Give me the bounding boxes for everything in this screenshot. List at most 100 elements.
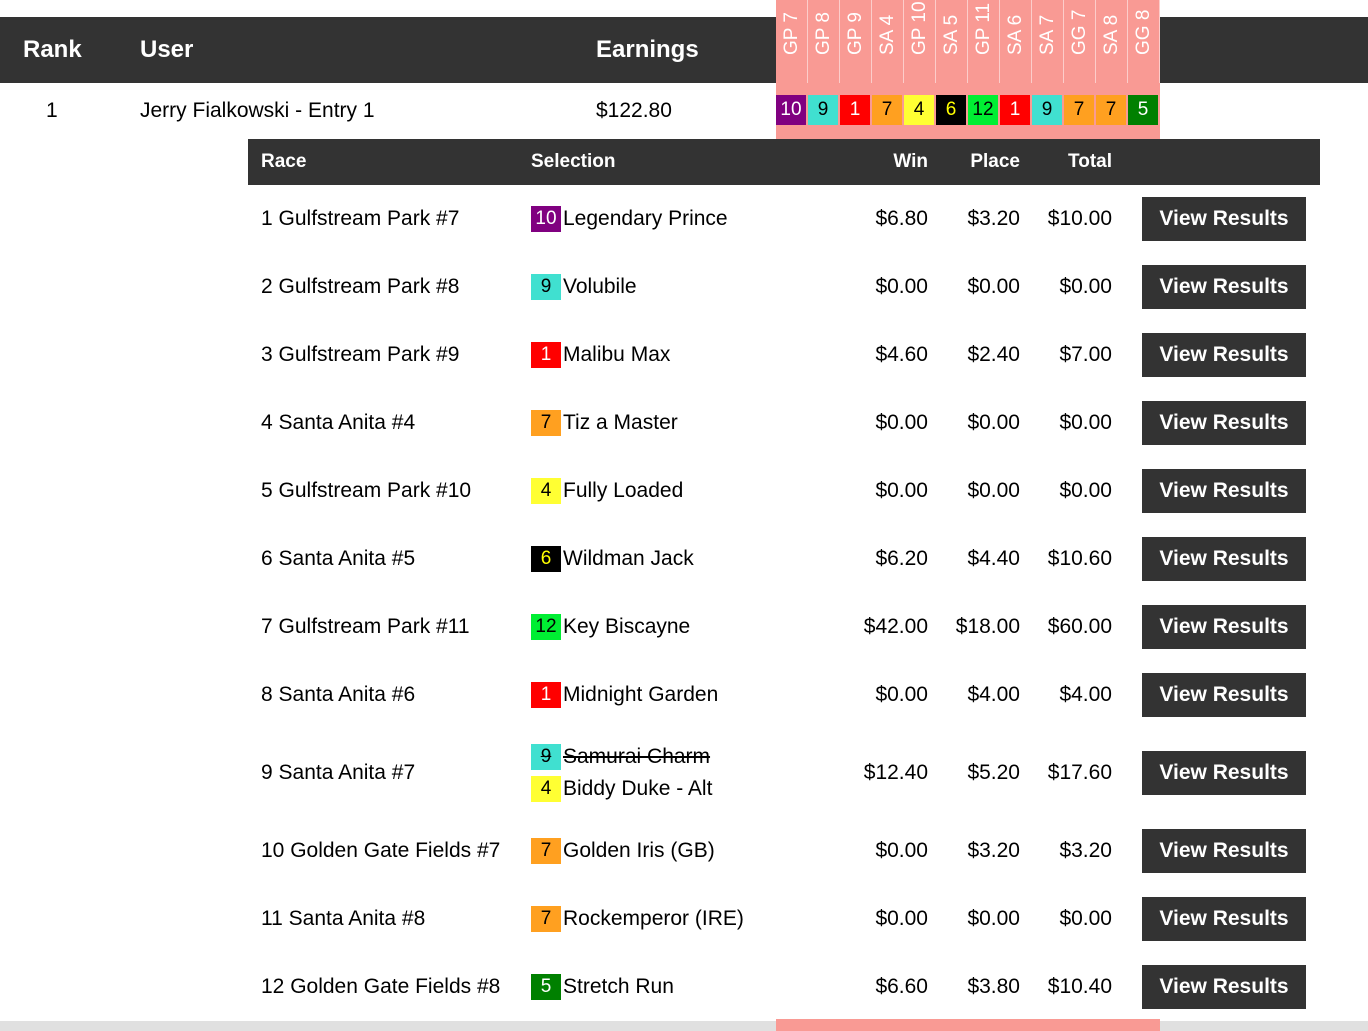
program-number-badge: 9 [531, 274, 561, 300]
race-name: 1 Gulfstream Park #7 [261, 207, 460, 230]
race-row: 11 Santa Anita #8 7 Rockemperor (IRE) $0.00… [248, 885, 1320, 953]
program-number-badge: 6 [531, 546, 561, 572]
pick-badge: 9 [1032, 95, 1062, 125]
pick-badge: 5 [1128, 95, 1158, 125]
race-column-header[interactable]: SA 5 [936, 0, 968, 83]
race-column-header[interactable]: SA 4 [872, 0, 904, 83]
program-number-badge: 4 [531, 776, 561, 802]
selection-cell: 1 Midnight Garden [531, 679, 718, 711]
selection-line: 4 Fully Loaded [531, 475, 683, 507]
program-number-badge: 10 [531, 206, 561, 232]
race-column-label: SA 7 [1036, 14, 1058, 55]
horse-name: Golden Iris (GB) [563, 839, 715, 862]
race-name: 10 Golden Gate Fields #7 [261, 839, 501, 862]
selection-line: 1 Malibu Max [531, 339, 670, 371]
race-column-header[interactable]: GG 8 [1128, 0, 1160, 83]
race-name: 9 Santa Anita #7 [261, 761, 416, 784]
win-amount: $0.00 [875, 411, 928, 434]
scratched-horse-name: Samurai Charm [563, 745, 711, 768]
race-column-header[interactable]: GP 7 [776, 0, 808, 83]
total-amount: $0.00 [1059, 479, 1112, 502]
win-amount: $0.00 [875, 839, 928, 862]
selection-line: 7 Rockemperor (IRE) [531, 903, 744, 935]
race-column-header[interactable]: GP 11 [968, 0, 1000, 83]
place-amount: $3.80 [967, 975, 1020, 998]
pick-badge: 7 [1064, 95, 1094, 125]
view-results-button[interactable]: View Results [1142, 897, 1306, 941]
rank-column-header[interactable]: Rank [23, 17, 82, 83]
race-column-header[interactable]: GG 7 [1064, 0, 1096, 83]
view-results-button[interactable]: View Results [1142, 605, 1306, 649]
place-header: Place [970, 151, 1020, 172]
pick-badge: 9 [808, 95, 838, 125]
total-amount: $3.20 [1059, 839, 1112, 862]
pick-badge: 7 [1096, 95, 1126, 125]
race-column-label: SA 5 [940, 14, 962, 55]
race-column-label: GG 8 [1132, 9, 1154, 55]
entry-earnings: $122.80 [596, 99, 672, 122]
earnings-column-header[interactable]: Earnings [596, 17, 699, 83]
selection-cell: 12 Key Biscayne [531, 611, 690, 643]
pick-badge: 1 [840, 95, 870, 125]
horse-name: Fully Loaded [563, 479, 684, 502]
entry-rank: 1 [46, 99, 58, 122]
program-number-badge: 1 [531, 682, 561, 708]
race-row: 2 Gulfstream Park #8 9 Volubile $0.00 $0.00 $… [248, 253, 1320, 321]
win-amount: $0.00 [875, 275, 928, 298]
total-amount: $10.00 [1047, 207, 1112, 230]
horse-name: Rockemperor (IRE) [563, 907, 744, 930]
place-amount: $18.00 [955, 615, 1020, 638]
place-amount: $4.00 [967, 683, 1020, 706]
view-results-button[interactable]: View Results [1142, 401, 1306, 445]
place-amount: $0.00 [967, 275, 1020, 298]
view-results-button[interactable]: View Results [1142, 829, 1306, 873]
program-number-badge: 12 [531, 614, 561, 640]
view-results-button[interactable]: View Results [1142, 469, 1306, 513]
horse-name: Stretch Run [563, 975, 674, 998]
pick-badge: 10 [776, 95, 806, 125]
view-results-button[interactable]: View Results [1142, 965, 1306, 1009]
leaderboard-row[interactable]: 1 Jerry Fialkowski - Entry 1 $122.80 [0, 83, 1368, 139]
race-column-label: GP 11 [972, 2, 994, 55]
win-amount: $0.00 [875, 479, 928, 502]
race-column-label: GP 10 [908, 1, 930, 55]
race-row: 9 Santa Anita #7 9 Samurai Charm 4 Biddy Duk… [248, 729, 1320, 817]
race-column-header[interactable]: SA 6 [1000, 0, 1032, 83]
view-results-button[interactable]: View Results [1142, 673, 1306, 717]
horse-name: Legendary Prince [563, 207, 728, 230]
race-row: 5 Gulfstream Park #10 4 Fully Loaded $0.00 $… [248, 457, 1320, 525]
user-column-header[interactable]: User [140, 17, 193, 83]
view-results-button[interactable]: View Results [1142, 751, 1306, 795]
race-name: 6 Santa Anita #5 [261, 547, 416, 570]
race-column-header[interactable]: GP 8 [808, 0, 840, 83]
view-results-button[interactable]: View Results [1142, 537, 1306, 581]
entry-pick-strip: 10 9 1 7 4 6 12 1 9 7 7 5 [776, 95, 1160, 125]
selection-cell: 7 Tiz a Master [531, 407, 678, 439]
selection-cell: 1 Malibu Max [531, 339, 670, 371]
total-amount: $0.00 [1059, 275, 1112, 298]
win-amount: $12.40 [863, 761, 928, 784]
place-amount: $2.40 [967, 343, 1020, 366]
win-amount: $42.00 [863, 615, 928, 638]
view-results-button[interactable]: View Results [1142, 333, 1306, 377]
race-column-header[interactable]: SA 7 [1032, 0, 1064, 83]
race-name: 4 Santa Anita #4 [261, 411, 416, 434]
pick-badge: 12 [968, 95, 998, 125]
race-columns-background-bottom [776, 1021, 1160, 1031]
selection-cell: 4 Fully Loaded [531, 475, 683, 507]
entry-user-name[interactable]: Jerry Fialkowski - Entry 1 [140, 83, 375, 139]
race-name: 11 Santa Anita #8 [261, 907, 426, 930]
race-column-header[interactable]: GP 9 [840, 0, 872, 83]
race-column-header[interactable]: SA 8 [1096, 0, 1128, 83]
place-amount: $4.40 [967, 547, 1020, 570]
win-amount: $0.00 [875, 907, 928, 930]
total-amount: $7.00 [1059, 343, 1112, 366]
view-results-button[interactable]: View Results [1142, 265, 1306, 309]
race-name: 7 Gulfstream Park #11 [261, 615, 470, 638]
race-name: 3 Gulfstream Park #9 [261, 343, 460, 366]
race-header: Race [261, 151, 307, 172]
view-results-button[interactable]: View Results [1142, 197, 1306, 241]
race-column-header[interactable]: GP 10 [904, 0, 936, 83]
selection-cell: 5 Stretch Run [531, 971, 674, 1003]
race-row: 3 Gulfstream Park #9 1 Malibu Max $4.60 $2.4… [248, 321, 1320, 389]
